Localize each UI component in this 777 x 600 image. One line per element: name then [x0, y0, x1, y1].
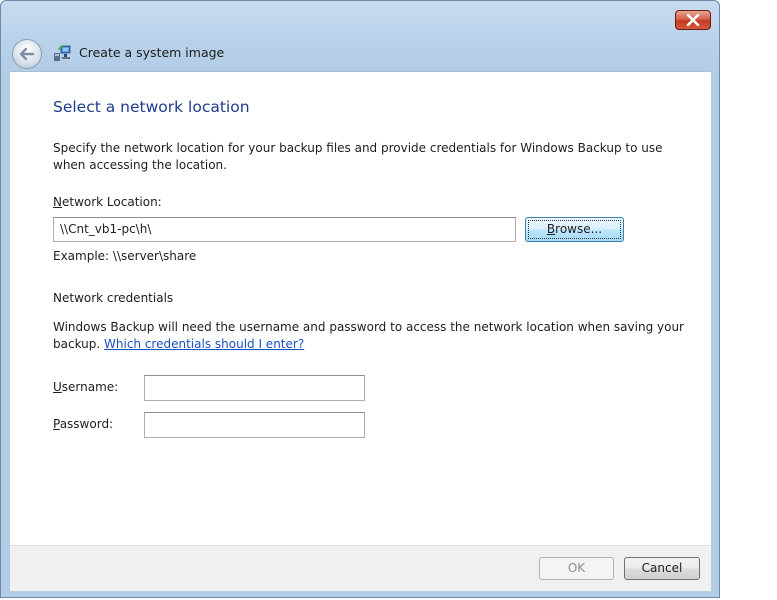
browse-button[interactable]: Browse... [525, 217, 624, 242]
example-text: Example: \\server\share [53, 249, 197, 263]
page-heading: Select a network location [53, 98, 250, 116]
back-button[interactable] [12, 39, 42, 69]
password-input[interactable] [144, 412, 365, 438]
cancel-button[interactable]: Cancel [624, 557, 700, 580]
content-panel: Select a network location Specify the ne… [10, 71, 711, 546]
ok-button[interactable]: OK [539, 557, 614, 580]
dialog-window: Create a system image Select a network l… [0, 0, 720, 598]
network-location-label: Network Location: [53, 195, 162, 209]
network-location-input[interactable]: \\Cnt_vb1-pc\h\ [53, 217, 516, 242]
button-bar: OK Cancel [10, 545, 711, 591]
close-icon [686, 14, 700, 26]
close-button[interactable] [675, 10, 711, 30]
navigation-bar: Create a system image [1, 37, 719, 71]
credentials-description: Windows Backup will need the username an… [53, 320, 684, 351]
page-description: Specify the network location for your ba… [53, 141, 663, 172]
credentials-heading: Network credentials [53, 291, 174, 305]
username-label: Username: [53, 380, 119, 394]
system-image-icon [54, 45, 71, 61]
password-label: Password: [53, 417, 114, 431]
back-arrow-icon [19, 47, 35, 61]
credentials-help-link[interactable]: Which credentials should I enter? [104, 337, 304, 351]
window-title: Create a system image [79, 45, 225, 60]
username-input[interactable] [144, 375, 365, 401]
